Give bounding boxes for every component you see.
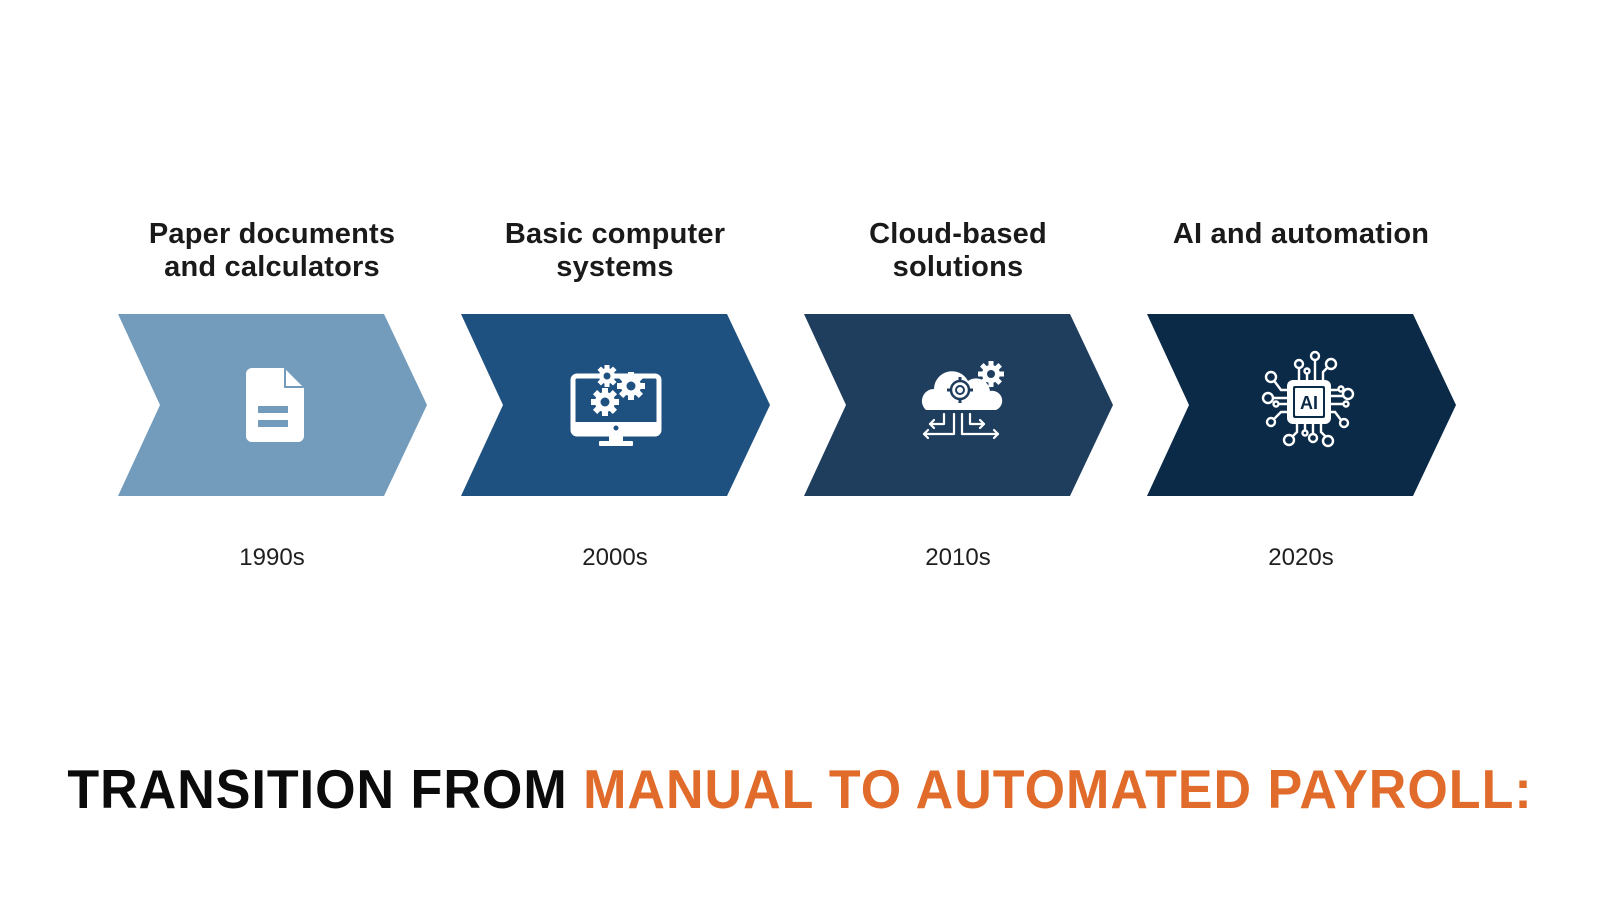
step-year: 2020s xyxy=(1268,544,1334,571)
step-title-line2: systems xyxy=(556,251,674,283)
timeline-step-2020s: AI and automation AI 2020s xyxy=(1141,0,1461,600)
step-title-line2: solutions xyxy=(892,251,1024,283)
step-title-line1: Cloud-based xyxy=(869,218,1047,250)
timeline-step-1990s: Paper documents and calculators 1990s xyxy=(112,0,432,600)
step-year: 2010s xyxy=(925,544,991,571)
headline-prefix: TRANSITION FROM xyxy=(67,759,584,821)
ai-chip-label: AI xyxy=(1300,393,1318,413)
step-title: Cloud-based solutions xyxy=(798,218,1118,284)
step-title: AI and automation xyxy=(1141,218,1461,251)
step-title-line1: Paper documents xyxy=(148,218,396,250)
cloud-gears-icon xyxy=(908,350,1018,460)
step-title-line1: Basic computer xyxy=(504,218,726,250)
headline-accent: MANUAL TO AUTOMATED PAYROLL: xyxy=(583,759,1533,821)
computer-gears-icon xyxy=(559,350,669,460)
timeline-step-2000s: Basic computer systems 2000s xyxy=(455,0,775,600)
step-title-line2: and calculators xyxy=(164,251,380,283)
step-year: 2000s xyxy=(582,544,648,571)
headline: TRANSITION FROM MANUAL TO AUTOMATED PAYR… xyxy=(0,759,1600,822)
document-icon xyxy=(222,350,332,460)
step-title: Paper documents and calculators xyxy=(112,218,432,284)
timeline-infographic: Paper documents and calculators 1990s Ba… xyxy=(0,0,1600,900)
step-title: Basic computer systems xyxy=(455,218,775,284)
ai-chip-icon: AI xyxy=(1249,342,1369,462)
timeline-step-2010s: Cloud-based solutions 2010s xyxy=(798,0,1118,600)
step-year: 1990s xyxy=(239,544,305,571)
step-title-line1: AI and automation xyxy=(1172,218,1430,250)
